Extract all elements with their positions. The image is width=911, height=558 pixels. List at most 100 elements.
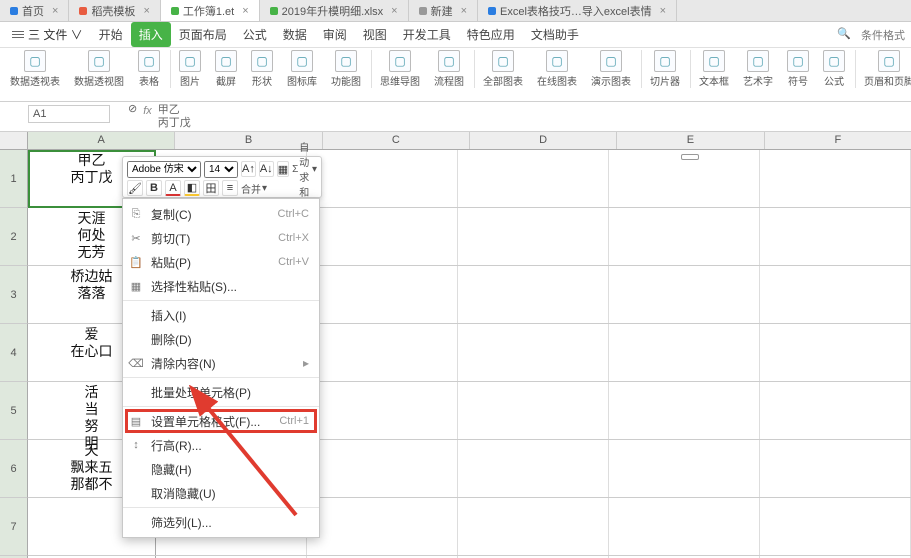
cell[interactable] (609, 440, 760, 497)
ribbon-button[interactable]: ▢数据透视图 (70, 50, 128, 88)
ribbon-button[interactable]: ▢艺术字 (739, 50, 777, 88)
search-icon[interactable]: 🔍 (837, 27, 851, 43)
cell[interactable] (609, 498, 760, 555)
context-menu-item[interactable]: 筛选列(L)... (123, 510, 319, 534)
cell[interactable] (307, 208, 458, 265)
row-header[interactable]: 7 (0, 498, 28, 556)
font-size-select[interactable]: 14 (204, 161, 238, 178)
ribbon-button[interactable]: ▢全部图表 (474, 50, 527, 88)
context-menu-item[interactable]: 批量处理单元格(P) (123, 380, 319, 404)
column-header[interactable]: D (470, 132, 617, 149)
doc-tab[interactable]: 2019年升模明细.xlsx× (260, 0, 409, 21)
ribbon-button[interactable]: ▢页眉和页脚 (855, 50, 911, 88)
ribbon-button[interactable]: ▢思维导图 (371, 50, 424, 88)
context-menu-item[interactable]: 📋粘贴(P)Ctrl+V (123, 250, 319, 274)
context-menu-item[interactable]: 隐藏(H) (123, 457, 319, 481)
ribbon-button[interactable]: ▢公式 (819, 50, 849, 88)
decrease-font-icon[interactable]: A↓ (259, 161, 274, 177)
cell[interactable] (458, 324, 609, 381)
ribbon-button[interactable]: ▢数据透视表 (6, 50, 64, 88)
context-menu-item[interactable]: ⌫清除内容(N)▸ (123, 351, 319, 375)
cell[interactable] (307, 498, 458, 555)
cell[interactable] (307, 266, 458, 323)
cell[interactable] (307, 324, 458, 381)
column-header[interactable]: F (765, 132, 911, 149)
column-header[interactable]: C (323, 132, 470, 149)
font-select[interactable]: Adobe 仿宋 (127, 161, 201, 178)
close-icon[interactable]: × (143, 5, 149, 17)
bold-button[interactable]: B (146, 180, 162, 196)
cell[interactable] (458, 440, 609, 497)
cell[interactable] (307, 150, 458, 207)
context-menu-item[interactable]: 删除(D) (123, 327, 319, 351)
search-text[interactable]: 条件格式 (861, 27, 905, 43)
ribbon-button[interactable]: ▢符号 (783, 50, 813, 88)
context-menu-item[interactable]: 插入(I) (123, 303, 319, 327)
row-header[interactable]: 6 (0, 440, 28, 498)
row-header[interactable]: 5 (0, 382, 28, 440)
cell[interactable] (760, 440, 911, 497)
doc-tab[interactable]: 新建× (409, 0, 478, 21)
column-header[interactable]: E (617, 132, 764, 149)
fx-label[interactable]: fx (143, 102, 152, 117)
ribbon-button[interactable]: ▢在线图表 (533, 50, 581, 88)
cell[interactable] (458, 498, 609, 555)
cell[interactable] (458, 382, 609, 439)
menu-item[interactable]: 数据 (275, 22, 315, 47)
menu-item[interactable]: 开始 (91, 22, 131, 47)
close-icon[interactable]: × (461, 5, 467, 17)
menu-item[interactable]: 公式 (235, 22, 275, 47)
close-icon[interactable]: × (52, 5, 58, 17)
ribbon-button[interactable]: ▢文本框 (690, 50, 733, 88)
formula-value[interactable]: 甲乙丙丁戊 (158, 102, 191, 130)
merge-icon[interactable]: ▦ (277, 161, 289, 177)
ribbon-button[interactable]: ▢演示图表 (587, 50, 635, 88)
menu-item[interactable]: 开发工具 (395, 22, 459, 47)
doc-tab[interactable]: 工作簿1.et× (161, 0, 260, 21)
cell[interactable] (609, 208, 760, 265)
ribbon-button[interactable]: ▢切片器 (641, 50, 684, 88)
doc-tab[interactable]: 首页× (0, 0, 69, 21)
context-menu-item[interactable]: 取消隐藏(U) (123, 481, 319, 505)
fill-color-icon[interactable]: ◧ (184, 180, 200, 196)
menu-item[interactable]: 文档助手 (523, 22, 587, 47)
cell[interactable] (609, 150, 760, 207)
ribbon-button[interactable]: ▢流程图 (430, 50, 468, 88)
menu-item[interactable]: 插入 (131, 22, 171, 47)
cell[interactable] (458, 150, 609, 207)
cell[interactable] (760, 150, 911, 207)
cell[interactable] (458, 266, 609, 323)
close-icon[interactable]: × (660, 5, 666, 17)
cell[interactable] (458, 208, 609, 265)
menu-item[interactable]: 审阅 (315, 22, 355, 47)
row-header[interactable]: 2 (0, 208, 28, 266)
doc-tab[interactable]: 稻壳模板× (69, 0, 160, 21)
ribbon-button[interactable]: ▢图片 (170, 50, 205, 88)
cell[interactable] (609, 266, 760, 323)
cell[interactable] (609, 382, 760, 439)
cell[interactable] (609, 324, 760, 381)
align-icon[interactable]: ≡ (222, 180, 238, 196)
ribbon-button[interactable]: ▢表格 (134, 50, 164, 88)
font-color-icon[interactable]: A (165, 180, 181, 196)
context-menu-item[interactable]: ▦选择性粘贴(S)... (123, 274, 319, 298)
ribbon-button[interactable]: ▢形状 (247, 50, 277, 88)
doc-tab[interactable]: Excel表格技巧…导入excel表情× (478, 0, 677, 21)
context-menu-item[interactable]: ⎘复制(C)Ctrl+C (123, 202, 319, 226)
merge-button[interactable]: 合并▾ (241, 181, 267, 196)
cell[interactable] (307, 440, 458, 497)
cancel-icon[interactable]: ⊘ (128, 102, 137, 115)
ribbon-button[interactable]: ▢截屏 (211, 50, 241, 88)
row-header[interactable]: 3 (0, 266, 28, 324)
row-header[interactable]: 4 (0, 324, 28, 382)
menu-item[interactable]: 页面布局 (171, 22, 235, 47)
context-menu-item[interactable]: ✂剪切(T)Ctrl+X (123, 226, 319, 250)
name-box[interactable] (28, 105, 110, 123)
close-icon[interactable]: × (242, 5, 248, 17)
column-header[interactable]: A (28, 132, 175, 149)
cell[interactable] (760, 382, 911, 439)
increase-font-icon[interactable]: A↑ (241, 161, 256, 177)
select-all-corner[interactable] (0, 132, 28, 149)
ribbon-button[interactable]: ▢图标库 (283, 50, 321, 88)
cell[interactable] (760, 266, 911, 323)
